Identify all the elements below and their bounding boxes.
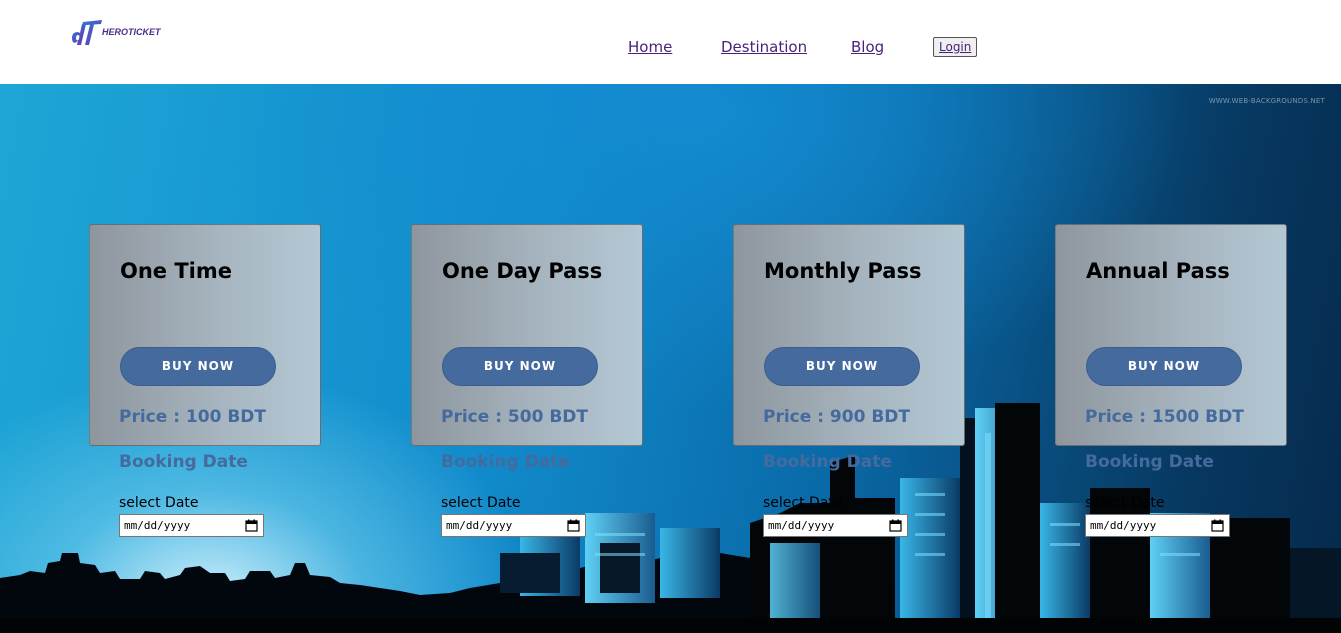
card-title: One Time bbox=[120, 259, 233, 283]
select-date-label: select Date bbox=[763, 495, 843, 511]
background-watermark: WWW.WEB-BACKGROUNDS.NET bbox=[1208, 97, 1325, 105]
nav-link-blog[interactable]: Blog bbox=[851, 38, 884, 56]
date-placeholder: mm/dd/yyyy bbox=[446, 519, 513, 532]
nav-link-home[interactable]: Home bbox=[628, 38, 672, 56]
card-price: Price : 900 BDT bbox=[763, 407, 910, 427]
card-price: Price : 1500 BDT bbox=[1085, 407, 1244, 427]
buy-now-button[interactable]: BUY NOW bbox=[442, 347, 598, 386]
ticket-card-annual-pass: Annual Pass BUY NOW Price : 1500 BDT Boo… bbox=[1055, 224, 1287, 624]
hero-section: WWW.WEB-BACKGROUNDS.NET One Time BUY NOW… bbox=[0, 84, 1341, 633]
card-title: One Day Pass bbox=[442, 259, 603, 283]
card-price: Price : 500 BDT bbox=[441, 407, 588, 427]
booking-date-label: Booking Date bbox=[1085, 452, 1214, 472]
select-date-label: select Date bbox=[1085, 495, 1165, 511]
ticket-card-monthly-pass: Monthly Pass BUY NOW Price : 900 BDT Boo… bbox=[733, 224, 965, 624]
booking-date-label: Booking Date bbox=[119, 452, 248, 472]
ticket-card-one-time: One Time BUY NOW Price : 100 BDT Booking… bbox=[89, 224, 321, 624]
calendar-icon[interactable] bbox=[245, 519, 258, 532]
logo[interactable]: HEROTICKET bbox=[68, 18, 178, 48]
buy-now-button[interactable]: BUY NOW bbox=[1086, 347, 1242, 386]
nav-link-destination[interactable]: Destination bbox=[721, 38, 807, 56]
logo-text: HEROTICKET bbox=[102, 27, 161, 37]
card-title: Annual Pass bbox=[1086, 259, 1230, 283]
select-date-label: select Date bbox=[119, 495, 199, 511]
select-date-label: select Date bbox=[441, 495, 521, 511]
card-price: Price : 100 BDT bbox=[119, 407, 266, 427]
date-input[interactable]: mm/dd/yyyy bbox=[1085, 514, 1230, 537]
site-header: HEROTICKET Home Destination Blog Login bbox=[0, 0, 1341, 84]
page: HEROTICKET Home Destination Blog Login W… bbox=[0, 0, 1341, 633]
date-input[interactable]: mm/dd/yyyy bbox=[441, 514, 586, 537]
calendar-icon[interactable] bbox=[889, 519, 902, 532]
calendar-icon[interactable] bbox=[1211, 519, 1224, 532]
date-placeholder: mm/dd/yyyy bbox=[124, 519, 191, 532]
buy-now-button[interactable]: BUY NOW bbox=[764, 347, 920, 386]
buy-now-button[interactable]: BUY NOW bbox=[120, 347, 276, 386]
date-input[interactable]: mm/dd/yyyy bbox=[763, 514, 908, 537]
card-title: Monthly Pass bbox=[764, 259, 922, 283]
date-input[interactable]: mm/dd/yyyy bbox=[119, 514, 264, 537]
calendar-icon[interactable] bbox=[567, 519, 580, 532]
date-placeholder: mm/dd/yyyy bbox=[1090, 519, 1157, 532]
ticket-card-one-day-pass: One Day Pass BUY NOW Price : 500 BDT Boo… bbox=[411, 224, 643, 624]
booking-date-label: Booking Date bbox=[441, 452, 570, 472]
login-button[interactable]: Login bbox=[933, 37, 978, 57]
booking-date-label: Booking Date bbox=[763, 452, 892, 472]
date-placeholder: mm/dd/yyyy bbox=[768, 519, 835, 532]
